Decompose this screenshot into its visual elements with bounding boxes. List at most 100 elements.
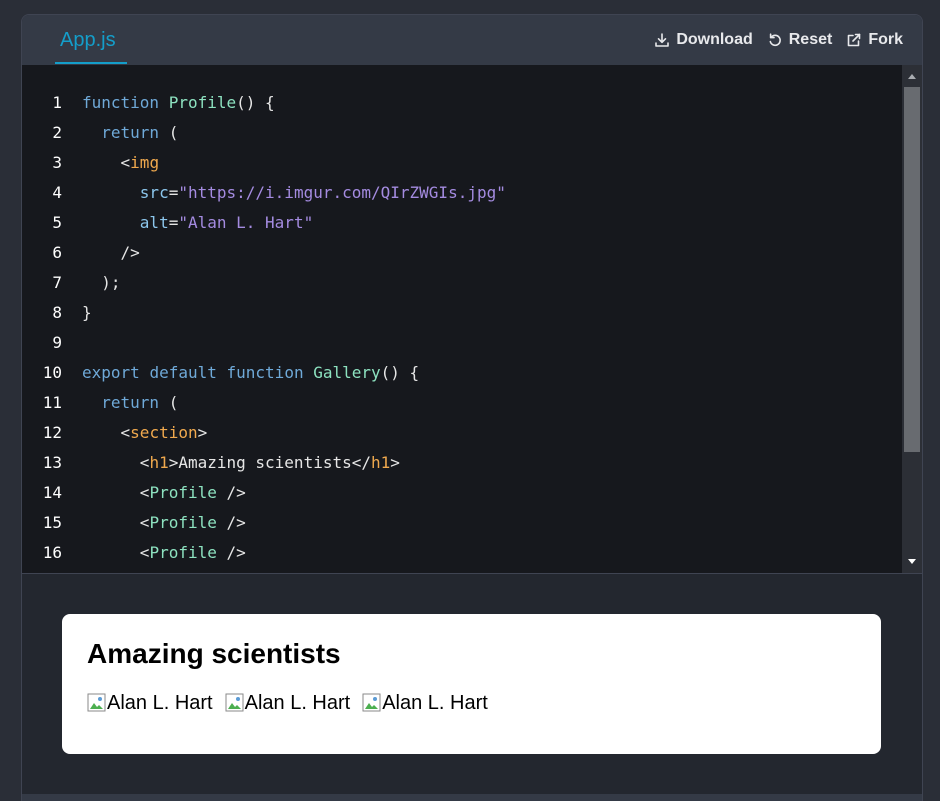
- line-number: 16: [42, 543, 62, 562]
- profile-image: Alan L. Hart: [225, 692, 350, 715]
- code-sandbox: App.js Download Reset Fork 1 function Pr…: [21, 14, 923, 801]
- line-number: 1: [52, 93, 62, 112]
- line-number: 7: [52, 273, 62, 292]
- profile-image-alt: Alan L. Hart: [382, 692, 488, 714]
- code-token: <: [82, 483, 150, 502]
- code-token: Profile: [149, 483, 217, 502]
- code-line[interactable]: 2 return (: [22, 118, 902, 148]
- code-line[interactable]: 13 <h1>Amazing scientists</h1>: [22, 448, 902, 478]
- code-token: (: [159, 123, 179, 142]
- scrollbar-thumb[interactable]: [904, 87, 920, 452]
- code-line[interactable]: 15 <Profile />: [22, 508, 902, 538]
- fork-button[interactable]: Fork: [846, 31, 903, 49]
- code-token: <: [82, 423, 131, 442]
- code-token: );: [82, 273, 121, 292]
- code-token: return: [101, 393, 160, 412]
- code-text: />: [82, 238, 140, 268]
- reset-label: Reset: [788, 31, 833, 48]
- code-token: Gallery: [313, 363, 381, 382]
- code-token: Profile: [149, 543, 217, 562]
- code-token: function: [226, 363, 304, 382]
- preview-heading: Amazing scientists: [87, 638, 341, 669]
- tab-app-js[interactable]: App.js: [55, 15, 121, 65]
- code-token: return: [101, 123, 160, 142]
- code-line[interactable]: 14 <Profile />: [22, 478, 902, 508]
- editor-scrollbar[interactable]: [902, 65, 922, 573]
- code-token: img: [130, 153, 160, 172]
- profile-image-alt: Alan L. Hart: [107, 692, 213, 714]
- code-line[interactable]: 6 />: [22, 238, 902, 268]
- code-text: <Profile />: [82, 538, 246, 568]
- code-line[interactable]: 4 src="https://i.imgur.com/QIrZWGIs.jpg": [22, 178, 902, 208]
- code-text: function Profile() {: [82, 88, 275, 118]
- code-line[interactable]: 8}: [22, 298, 902, 328]
- code-text: }: [82, 298, 92, 328]
- editor-toolbar: App.js Download Reset Fork: [22, 15, 922, 65]
- scroll-down-arrow[interactable]: [902, 553, 922, 571]
- line-number: 15: [42, 513, 62, 532]
- line-number: 13: [42, 453, 62, 472]
- code-lines[interactable]: 1 function Profile() {2 return (3 <img 4 s…: [22, 88, 902, 568]
- profile-image: Alan L. Hart: [87, 692, 213, 715]
- code-token: "https://i.imgur.com/QIrZWGIs.jpg": [178, 183, 506, 202]
- broken-image-icon: [362, 693, 381, 712]
- code-line[interactable]: 3 <img: [22, 148, 902, 178]
- code-line[interactable]: 12 <section>: [22, 418, 902, 448]
- active-tab-indicator: [55, 62, 127, 64]
- code-token: src: [139, 183, 169, 202]
- broken-image-icon: [225, 693, 244, 712]
- code-line[interactable]: 5 alt="Alan L. Hart": [22, 208, 902, 238]
- code-token: "Alan L. Hart": [178, 213, 314, 232]
- reset-icon: [769, 33, 781, 47]
- line-number: 3: [52, 153, 62, 172]
- code-line[interactable]: 10 export default function Gallery() {: [22, 358, 902, 388]
- code-line[interactable]: 7 );: [22, 268, 902, 298]
- scroll-up-arrow[interactable]: [902, 67, 922, 85]
- fork-label: Fork: [868, 31, 903, 48]
- profile-image: Alan L. Hart: [362, 692, 488, 715]
- code-token: }: [82, 303, 92, 322]
- code-line[interactable]: 11 return (: [22, 388, 902, 418]
- code-text: return (: [82, 118, 178, 148]
- code-line[interactable]: 9: [22, 328, 902, 358]
- preview-output: Amazing scientists Alan L. Hart Alan L. …: [62, 614, 881, 754]
- code-token: () {: [380, 363, 420, 382]
- code-token: =: [168, 213, 179, 232]
- code-text: alt="Alan L. Hart": [82, 208, 313, 238]
- code-token: (: [159, 393, 179, 412]
- line-number: 6: [52, 243, 62, 262]
- code-text: <section>: [82, 418, 208, 448]
- line-number: 10: [42, 363, 62, 382]
- code-text: export default function Gallery() {: [82, 358, 419, 388]
- external-link-icon: [848, 33, 861, 47]
- code-token: default: [149, 363, 217, 382]
- caret-up-icon: [908, 74, 916, 79]
- sandbox-footer: [22, 794, 922, 801]
- code-token: function: [82, 93, 160, 112]
- code-token: section: [130, 423, 198, 442]
- code-line[interactable]: 16 <Profile />: [22, 538, 902, 568]
- code-editor[interactable]: 1 function Profile() {2 return (3 <img 4 s…: [22, 65, 922, 574]
- toolbar-actions: Download Reset Fork: [654, 15, 903, 65]
- code-line[interactable]: 1 function Profile() {: [22, 88, 902, 118]
- reset-button[interactable]: Reset: [767, 31, 833, 49]
- caret-down-icon: [908, 559, 916, 564]
- code-text: <h1>Amazing scientists</h1>: [82, 448, 400, 478]
- download-button[interactable]: Download: [654, 31, 753, 49]
- code-text: <Profile />: [82, 478, 246, 508]
- line-number: 11: [42, 393, 62, 412]
- code-text: return (: [82, 388, 178, 418]
- code-token: <: [82, 543, 150, 562]
- download-label: Download: [676, 31, 753, 48]
- line-number: 8: [52, 303, 62, 322]
- code-token: Profile: [149, 513, 217, 532]
- code-token: <: [82, 513, 150, 532]
